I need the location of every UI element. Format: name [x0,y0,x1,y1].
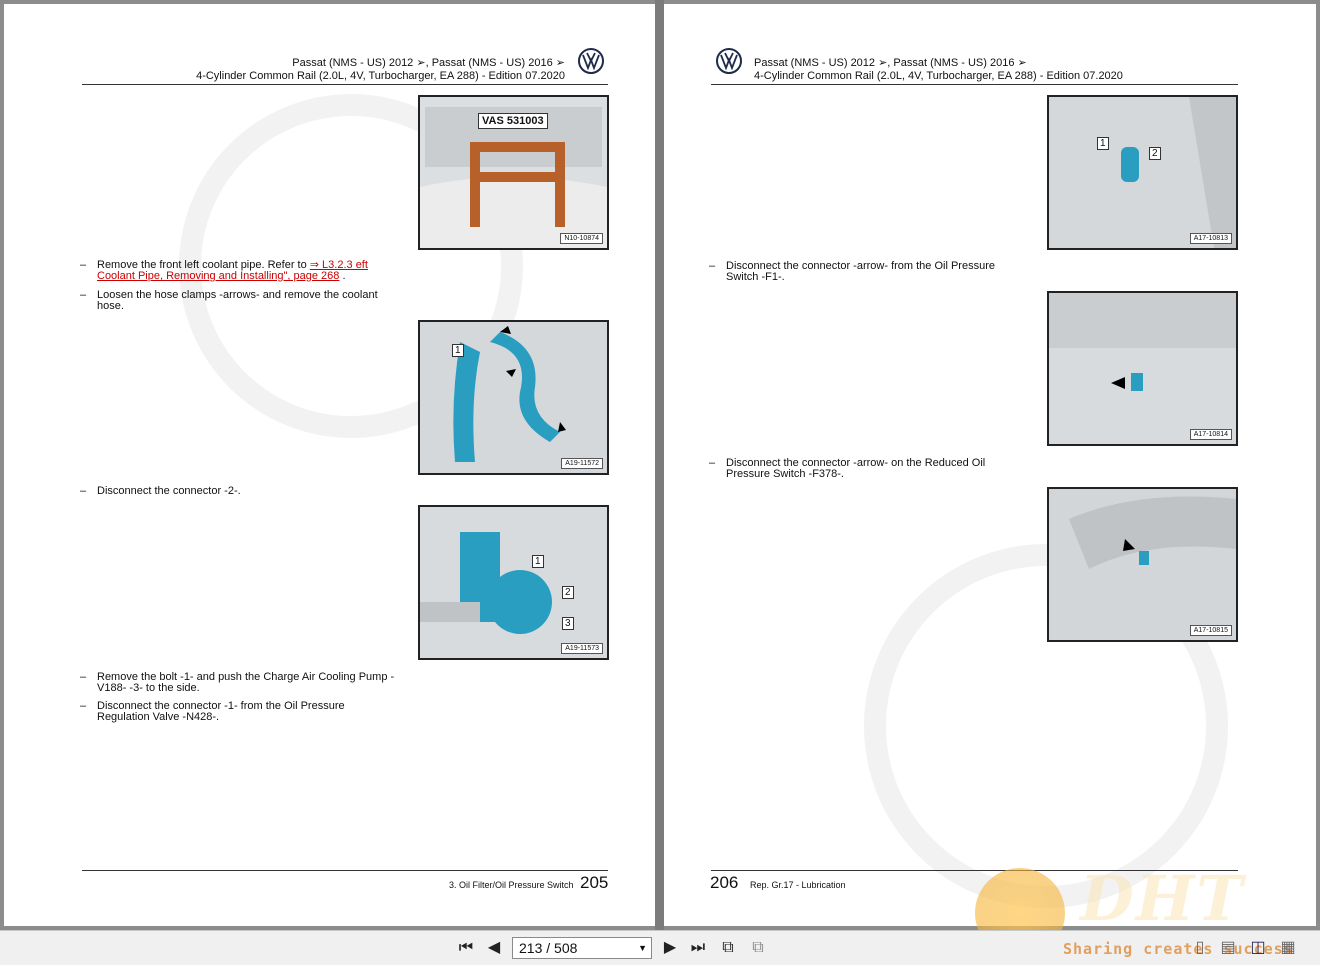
figure-code: A17-10813 [1189,233,1232,244]
step-disconnect-n428: – Disconnect the connector -1- from the … [80,700,345,723]
page-gap [655,0,664,930]
header-rule [82,84,608,85]
figure-code: A19-11572 [561,458,603,469]
page-number: 205 [580,873,609,892]
facing-icon[interactable]: ◫ [1248,938,1268,958]
prev-page-icon[interactable]: ◀ [484,938,504,958]
figure-code: A17-10815 [1189,625,1232,636]
first-page-icon[interactable]: ⏮ [456,938,476,958]
two-page-icon[interactable]: ⧉ [718,938,738,958]
header-line-2: 4-Cylinder Common Rail (2.0L, 4V, Turboc… [196,70,565,82]
next-page-icon[interactable]: ▶ [660,938,680,958]
step-remove-coolant-pipe: – Remove the front left coolant pipe. Re… [80,259,368,282]
fit-icon[interactable]: ⧉ [748,938,768,958]
callout-1: 1 [452,344,464,357]
single-page-icon[interactable]: ▯ [1190,938,1210,958]
tool-label: VAS 531003 [478,113,548,129]
figure-f1-connector: A17-10814 [1047,291,1238,446]
page-206: Passat (NMS - US) 2012 ➢, Passat (NMS - … [664,4,1316,926]
figure-code: A19-11573 [561,643,603,654]
callout-2: 2 [1149,147,1161,160]
step-disconnect-connector-2: – Disconnect the connector -2-. [80,485,241,497]
callout-2: 2 [562,586,574,599]
callout-1: 1 [1097,137,1109,150]
figure-code: A17-10814 [1189,429,1232,440]
vw-logo-icon [716,48,742,74]
figure-f378-connector: A17-10815 [1047,487,1238,642]
viewer-toolbar: ⏮ ◀ 213 / 508 ▼ ▶ ⏭ ⧉ ⧉ Sharing creates … [0,930,1320,965]
step-disconnect-f378: – Disconnect the connector -arrow- on th… [709,457,986,480]
header-rule [711,84,1238,85]
figure-vas-fixture: VAS 531003 N10-10874 [418,95,609,250]
watermark-logo-text: DHT [1080,862,1245,935]
callout-1: 1 [532,555,544,568]
last-page-icon[interactable]: ⏭ [688,938,708,958]
header-line-1: Passat (NMS - US) 2012 ➢, Passat (NMS - … [292,57,565,69]
step-disconnect-f1: – Disconnect the connector -arrow- from … [709,260,995,283]
scroll-icon[interactable]: ▤ [1218,938,1238,958]
step-remove-bolt: – Remove the bolt -1- and push the Charg… [80,671,395,694]
document-viewer[interactable]: Passat (NMS - US) 2012 ➢, Passat (NMS - … [0,0,1320,958]
footer-section: 3. Oil Filter/Oil Pressure Switch [449,880,574,890]
figure-charge-air-pump: 1 2 3 A19-11573 [418,505,609,660]
callout-3: 3 [562,617,574,630]
page-number: 206 [710,873,739,892]
page-205: Passat (NMS - US) 2012 ➢, Passat (NMS - … [4,4,655,926]
chevron-down-icon[interactable]: ▼ [638,938,647,958]
page-number-field[interactable]: 213 / 508 ▼ [512,937,652,959]
step-loosen-hose-clamps: – Loosen the hose clamps -arrows- and re… [80,289,378,312]
figure-coolant-hose: 1 A19-11572 [418,320,609,475]
footer-rule [82,870,608,871]
vw-logo-icon [578,48,604,74]
figure-oil-pressure-switch: 1 2 A17-10813 [1047,95,1238,250]
header-line-2: 4-Cylinder Common Rail (2.0L, 4V, Turboc… [754,70,1123,82]
figure-code: N10-10874 [560,233,603,244]
header-line-1: Passat (NMS - US) 2012 ➢, Passat (NMS - … [754,57,1027,69]
footer-section: Rep. Gr.17 - Lubrication [750,880,846,890]
continuous-icon[interactable]: ▦ [1278,938,1298,958]
